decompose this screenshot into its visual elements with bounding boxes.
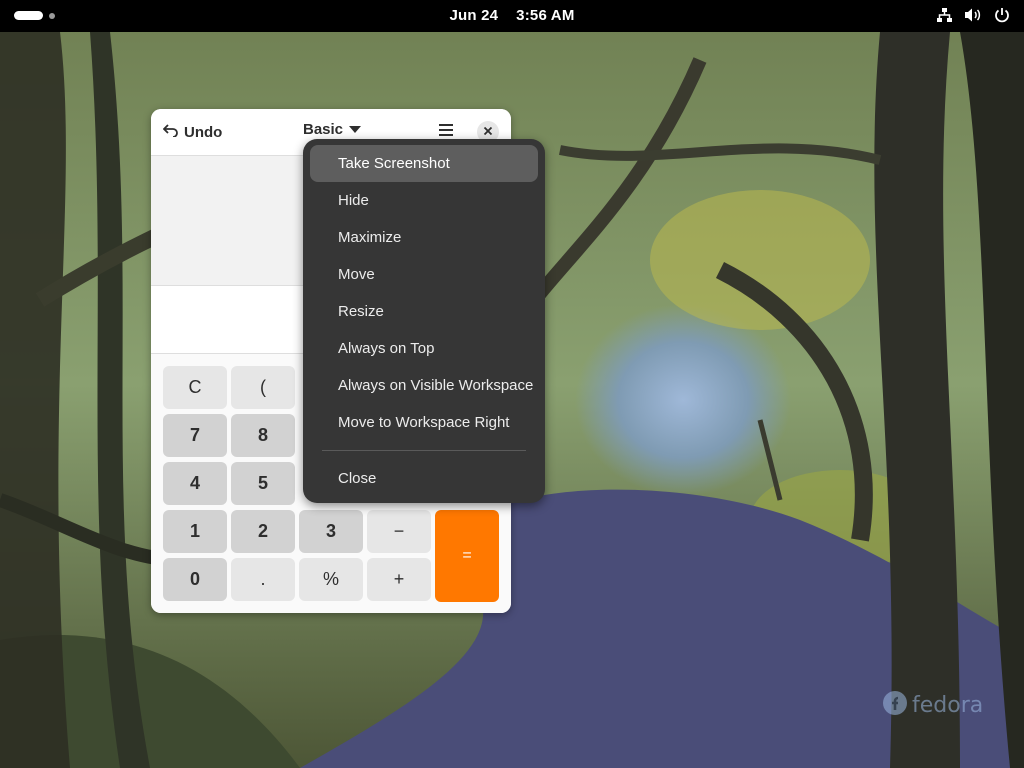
menu-item-hide[interactable]: Hide — [310, 182, 538, 219]
menu-item-maximize[interactable]: Maximize — [310, 219, 538, 256]
menu-item-resize[interactable]: Resize — [310, 293, 538, 330]
key-plus[interactable]: + — [367, 558, 431, 601]
mode-label: Basic — [303, 121, 344, 138]
key-open-paren[interactable]: ( — [231, 366, 295, 409]
key-minus[interactable]: − — [367, 510, 431, 553]
volume-icon — [964, 7, 982, 23]
menu-separator — [322, 450, 526, 451]
power-icon — [994, 7, 1010, 23]
menu-item-always-on-visible-workspace[interactable]: Always on Visible Workspace — [310, 367, 538, 404]
undo-button[interactable]: Undo — [162, 120, 223, 144]
key-equals[interactable]: = — [435, 510, 499, 602]
key-8[interactable]: 8 — [231, 414, 295, 457]
key-7[interactable]: 7 — [163, 414, 227, 457]
menu-item-take-screenshot[interactable]: Take Screenshot — [310, 145, 538, 182]
key-1[interactable]: 1 — [163, 510, 227, 553]
fedora-logo: fedora — [882, 690, 983, 721]
key-percent[interactable]: % — [299, 558, 363, 601]
system-tray[interactable] — [936, 7, 1010, 23]
fedora-logo-text: fedora — [912, 693, 984, 718]
clock[interactable]: Jun 24 3:56 AM — [0, 7, 1024, 24]
menu-item-close[interactable]: Close — [310, 460, 538, 497]
clock-date: Jun 24 — [449, 7, 499, 24]
network-icon — [936, 7, 952, 23]
menu-item-always-on-top[interactable]: Always on Top — [310, 330, 538, 367]
menu-item-move[interactable]: Move — [310, 256, 538, 293]
top-bar: Jun 24 3:56 AM — [0, 0, 1024, 32]
key-decimal-point[interactable]: . — [231, 558, 295, 601]
mode-selector-button[interactable]: Basic — [303, 121, 362, 138]
key-2[interactable]: 2 — [231, 510, 295, 553]
key-3[interactable]: 3 — [299, 510, 363, 553]
key-0[interactable]: 0 — [163, 558, 227, 601]
key-5[interactable]: 5 — [231, 462, 295, 505]
undo-icon — [162, 123, 179, 141]
key-4[interactable]: 4 — [163, 462, 227, 505]
chevron-down-icon — [349, 121, 362, 138]
fedora-logo-icon — [882, 690, 908, 721]
menu-item-move-to-workspace-right[interactable]: Move to Workspace Right — [310, 404, 538, 441]
key-clear[interactable]: C — [163, 366, 227, 409]
window-context-menu: Take Screenshot Hide Maximize Move Resiz… — [303, 139, 545, 503]
undo-label: Undo — [184, 123, 223, 141]
clock-time: 3:56 AM — [516, 7, 575, 24]
